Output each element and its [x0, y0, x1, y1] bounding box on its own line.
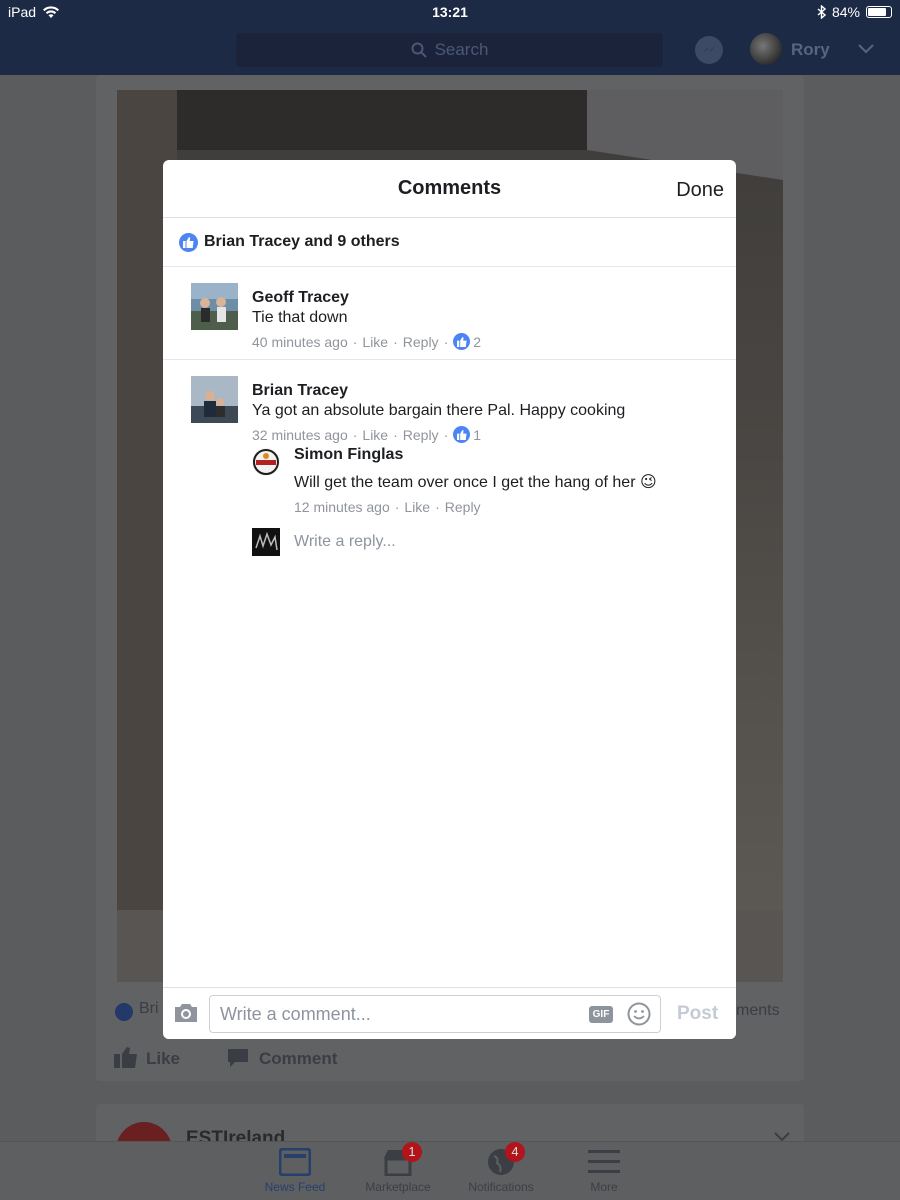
comment-like-count[interactable]: 1 [473, 427, 481, 443]
write-reply-input[interactable]: Write a reply... [294, 533, 396, 551]
marketplace-icon: 1 [382, 1142, 422, 1177]
comment-time[interactable]: 40 minutes ago [252, 334, 348, 350]
bluetooth-icon [817, 5, 826, 19]
marketplace-badge: 1 [402, 1142, 422, 1162]
like-reaction-icon [179, 232, 198, 252]
tab-label: More [590, 1180, 618, 1194]
thumbs-up-icon [114, 1047, 137, 1068]
search-bar[interactable]: Search [236, 33, 663, 67]
modal-title: Comments [397, 177, 502, 199]
globe-icon: 4 [485, 1142, 525, 1176]
my-avatar [252, 528, 280, 556]
comment-text: Ya got an absolute bargain there Pal. Ha… [252, 402, 626, 419]
comment-meta: 40 minutes ago · Like · Reply · 2 [252, 333, 482, 350]
reply-button[interactable]: Reply [403, 334, 439, 350]
status-time: 13:21 [432, 4, 468, 20]
top-nav: Search Rory [0, 24, 900, 75]
like-button[interactable]: Like [404, 499, 430, 515]
modal-header: Comments Done [163, 160, 736, 218]
comment-text: Tie that down [252, 309, 348, 326]
messenger-icon[interactable] [695, 36, 723, 64]
tab-more[interactable]: More [554, 1148, 654, 1194]
likes-summary-row[interactable]: Brian Tracey and 9 others [163, 218, 736, 267]
reply-author-name[interactable]: Simon Finglas [294, 446, 403, 464]
gif-button[interactable]: GIF [589, 1006, 613, 1023]
like-reaction-icon [115, 1003, 133, 1021]
profile-avatar[interactable] [750, 33, 782, 65]
comment-item: Geoff Tracey Tie that down 40 minutes ag… [163, 267, 736, 360]
feed-like-button[interactable]: Like [146, 1049, 180, 1069]
search-icon [411, 42, 427, 58]
status-bar: iPad 13:21 84% [0, 0, 900, 24]
news-feed-icon [278, 1147, 312, 1177]
menu-icon [588, 1148, 620, 1176]
tab-bar: News Feed 1 Marketplace 4 Notifications … [0, 1141, 900, 1200]
comment-time[interactable]: 32 minutes ago [252, 427, 348, 443]
comment-like-count[interactable]: 2 [473, 334, 481, 350]
tab-notifications[interactable]: 4 Notifications [451, 1142, 551, 1194]
reply-time[interactable]: 12 minutes ago [294, 499, 390, 515]
reply-button[interactable]: Reply [403, 427, 439, 443]
tab-label: Notifications [468, 1180, 534, 1194]
reply-meta: 12 minutes ago · Like · Reply [294, 499, 481, 515]
tab-marketplace[interactable]: 1 Marketplace [348, 1142, 448, 1194]
commenter-avatar[interactable] [191, 376, 238, 423]
commenter-name[interactable]: Brian Tracey [252, 382, 348, 400]
reply-text: Will get the team over once I get the ha… [294, 474, 657, 491]
like-reaction-icon [453, 426, 471, 443]
post-button[interactable]: Post [677, 1003, 718, 1025]
camera-icon[interactable] [173, 1002, 199, 1024]
commenter-name[interactable]: Geoff Tracey [252, 289, 349, 307]
likes-summary: Brian Tracey and 9 others [204, 233, 400, 250]
emoji-icon[interactable] [627, 1002, 651, 1026]
chevron-down-icon[interactable] [858, 38, 874, 59]
like-button[interactable]: Like [362, 334, 388, 350]
profile-name[interactable]: Rory [791, 40, 830, 60]
tab-news-feed[interactable]: News Feed [245, 1147, 345, 1194]
reply-author-avatar[interactable] [252, 448, 280, 476]
feed-reactions[interactable]: Bri [139, 1000, 159, 1018]
like-reaction-icon [453, 333, 471, 350]
notifications-badge: 4 [505, 1142, 525, 1162]
done-button[interactable]: Done [676, 179, 724, 202]
like-button[interactable]: Like [362, 427, 388, 443]
comment-item: Brian Tracey Ya got an absolute bargain … [163, 360, 736, 760]
battery-percent: 84% [831, 4, 860, 20]
commenter-avatar[interactable] [191, 283, 238, 330]
tab-label: News Feed [264, 1180, 326, 1194]
feed-comment-count[interactable]: ments [736, 1002, 780, 1020]
tab-label: Marketplace [365, 1180, 431, 1194]
feed-comment-button[interactable]: Comment [259, 1049, 337, 1069]
comment-meta: 32 minutes ago · Like · Reply · 1 [252, 426, 482, 443]
search-placeholder: Search [434, 40, 489, 59]
comment-icon [228, 1049, 248, 1067]
battery-icon [866, 6, 892, 18]
comments-modal: Comments Done Brian Tracey and 9 others … [163, 160, 736, 1039]
comment-composer: GIF Post [163, 987, 736, 1039]
reply-button[interactable]: Reply [445, 499, 481, 515]
